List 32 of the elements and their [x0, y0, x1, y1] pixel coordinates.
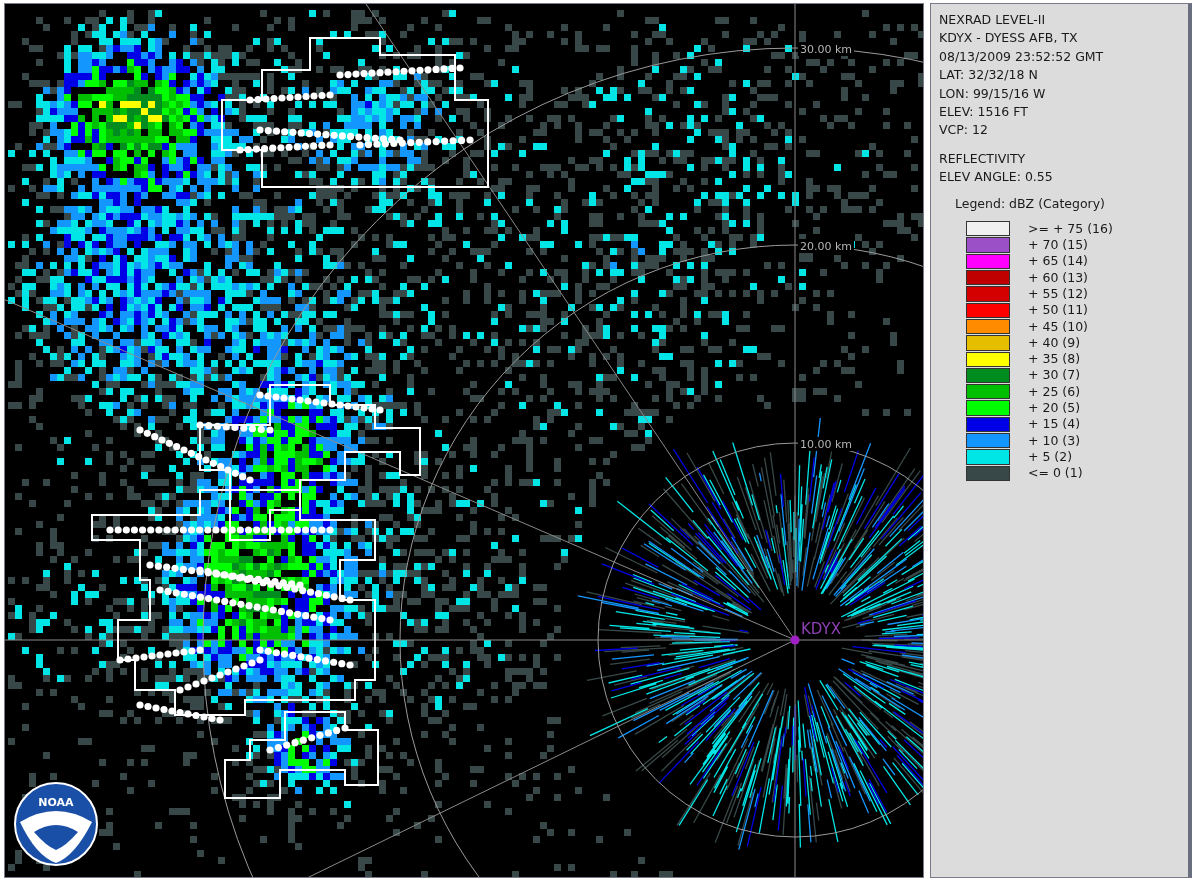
- range-label: 10.00 km: [800, 438, 853, 451]
- range-label: 20.00 km: [800, 240, 853, 253]
- info-line: LAT: 32/32/18 N: [939, 66, 1039, 85]
- info-line: NEXRAD LEVEL-II: [939, 11, 1047, 29]
- range-label: 30.00 km: [800, 43, 853, 56]
- info-line: ELEV ANGLE: 0.55: [939, 168, 1054, 187]
- legend-title: Legend: dBZ (Category): [955, 194, 1106, 213]
- legend-label: + 35 (8): [1028, 351, 1081, 368]
- info-line: REFLECTIVITY: [939, 149, 1027, 168]
- legend-label: + 45 (10): [1028, 318, 1088, 335]
- legend-label: >= + 75 (16): [1028, 220, 1113, 237]
- legend-label: + 5 (2): [1028, 448, 1073, 465]
- info-line: VCP: 12: [939, 121, 989, 140]
- info-line: ELEV: 1516 FT: [939, 103, 1029, 122]
- legend-label: + 55 (12): [1028, 286, 1088, 302]
- legend-label: + 15 (4): [1028, 416, 1081, 433]
- legend-label: + 50 (11): [1028, 302, 1088, 319]
- legend-label: + 30 (7): [1028, 367, 1081, 384]
- station-dot-icon: [790, 635, 800, 645]
- legend-label: + 20 (5): [1028, 400, 1081, 417]
- info-line: 08/13/2009 23:52:52 GMT: [939, 47, 1105, 66]
- legend-label: + 65 (14): [1028, 253, 1088, 270]
- legend-label: + 40 (9): [1028, 334, 1081, 351]
- legend-label: + 60 (13): [1028, 269, 1088, 286]
- legend-label: <= 0 (1): [1028, 465, 1083, 482]
- noaa-logo: NOAA: [14, 782, 98, 866]
- legend-label: + 70 (15): [1028, 237, 1088, 254]
- info-line: KDYX - DYESS AFB, TX: [939, 29, 1079, 48]
- legend-label: + 10 (3): [1028, 432, 1081, 449]
- station-label: KDYX: [801, 620, 841, 638]
- legend-label: + 25 (6): [1028, 383, 1081, 400]
- info-line: LON: 99/15/16 W: [939, 84, 1047, 103]
